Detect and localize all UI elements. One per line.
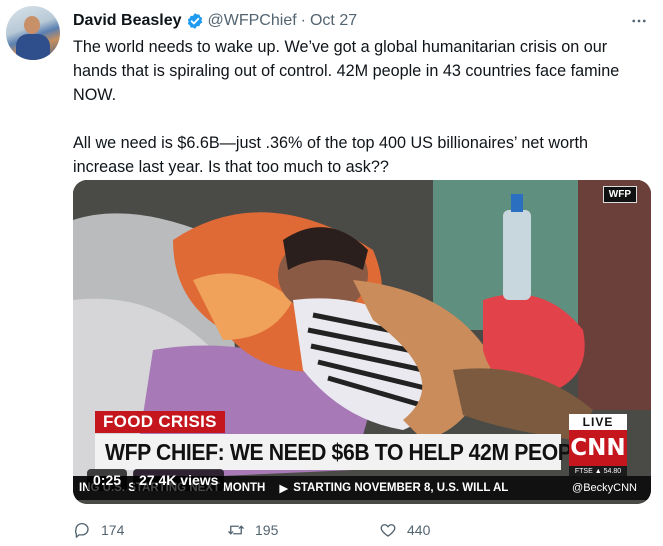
chyron-bar: WFP CHIEF: WE NEED $6B TO HELP 42M PEOPL…	[95, 434, 598, 470]
ticker-right-text: STARTING NOVEMBER 8, U.S. WILL AL	[293, 482, 509, 494]
reply-icon	[74, 522, 89, 538]
video-duration: 0:25	[87, 469, 128, 491]
market-ticker: FTSE ▲ 54.80	[569, 466, 627, 476]
ticker-arrow-icon: ▶	[279, 483, 289, 495]
live-badge: LIVE	[569, 414, 627, 430]
retweet-icon	[228, 525, 244, 535]
video-overlay: 0:25 27.4K views	[87, 469, 225, 491]
tweet-header: David Beasley @WFPChief · Oct 27	[73, 10, 651, 32]
reply-button[interactable]: 174	[73, 518, 124, 542]
tweet-date[interactable]: Oct 27	[310, 12, 357, 30]
like-icon	[380, 524, 396, 537]
like-button[interactable]: 440	[379, 518, 430, 542]
food-crisis-tag: FOOD CRISIS	[95, 411, 225, 433]
ticker-handle: @BeckyCNN	[572, 482, 637, 494]
chyron-headline: WFP CHIEF: WE NEED $6B TO HELP 42M PEOPL…	[105, 438, 598, 465]
tweet-actions: 174 195 440	[73, 518, 651, 542]
author-name[interactable]: David Beasley	[73, 12, 182, 30]
tweet-video[interactable]: WFP FOOD CRISIS WFP CHIEF: WE NEED $6B T…	[73, 180, 651, 504]
video-views: 27.4K views	[133, 469, 225, 491]
avatar-torso	[16, 34, 50, 60]
cnn-logo: CNN	[569, 430, 627, 466]
verified-badge-icon	[187, 13, 202, 29]
retweet-count: 195	[255, 522, 279, 538]
like-count: 440	[407, 522, 431, 538]
retweet-button[interactable]: 195	[227, 518, 278, 542]
separator-dot: ·	[300, 12, 306, 29]
author-handle[interactable]: @WFPChief	[208, 12, 297, 30]
reply-count: 174	[101, 522, 125, 538]
avatar-head	[24, 16, 40, 34]
tweet-text: The world needs to wake up. We’ve got a …	[73, 38, 620, 176]
wfp-logo: WFP	[602, 186, 637, 203]
more-icon[interactable]	[627, 10, 651, 32]
author-avatar[interactable]	[6, 6, 60, 60]
